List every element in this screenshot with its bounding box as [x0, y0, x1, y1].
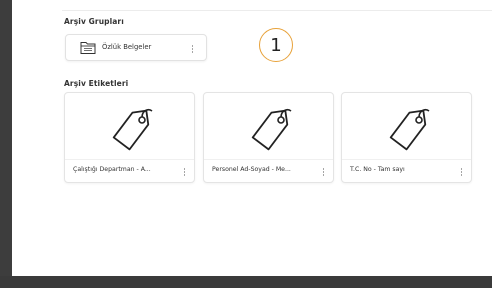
archive-groups-title: Arşiv Grupları [64, 17, 124, 26]
more-options-icon[interactable] [191, 45, 194, 53]
tag-icon [251, 109, 292, 151]
archive-tags-title: Arşiv Etiketleri [64, 79, 129, 88]
archive-tag-card[interactable]: Personel Ad-Soyad - Me... [203, 92, 334, 183]
archive-group-label: Özlük Belgeler [102, 43, 152, 51]
archive-tag-card[interactable]: T.C. No - Tam sayı [341, 92, 472, 183]
archive-tag-label: Çalıştığı Departman - A... [73, 166, 151, 173]
archive-tag-label: Personel Ad-Soyad - Me... [212, 166, 291, 173]
archive-tag-label: T.C. No - Tam sayı [350, 166, 405, 173]
tag-icon [112, 109, 153, 151]
archive-group-card[interactable]: Özlük Belgeler [65, 34, 207, 61]
tag-icon [389, 109, 430, 151]
step-number-badge: 1 [259, 28, 293, 62]
more-options-icon[interactable] [460, 168, 463, 176]
more-options-icon[interactable] [183, 168, 186, 176]
app-frame: Arşiv Grupları Özlük Belgeler 1 Arşiv Et… [0, 0, 492, 288]
folder-icon [80, 42, 96, 54]
bottom-bar [0, 276, 492, 288]
archive-tag-card[interactable]: Çalıştığı Departman - A... [64, 92, 195, 183]
more-options-icon[interactable] [322, 168, 325, 176]
archive-panel: Arşiv Grupları Özlük Belgeler 1 Arşiv Et… [12, 0, 492, 276]
divider [62, 10, 492, 11]
